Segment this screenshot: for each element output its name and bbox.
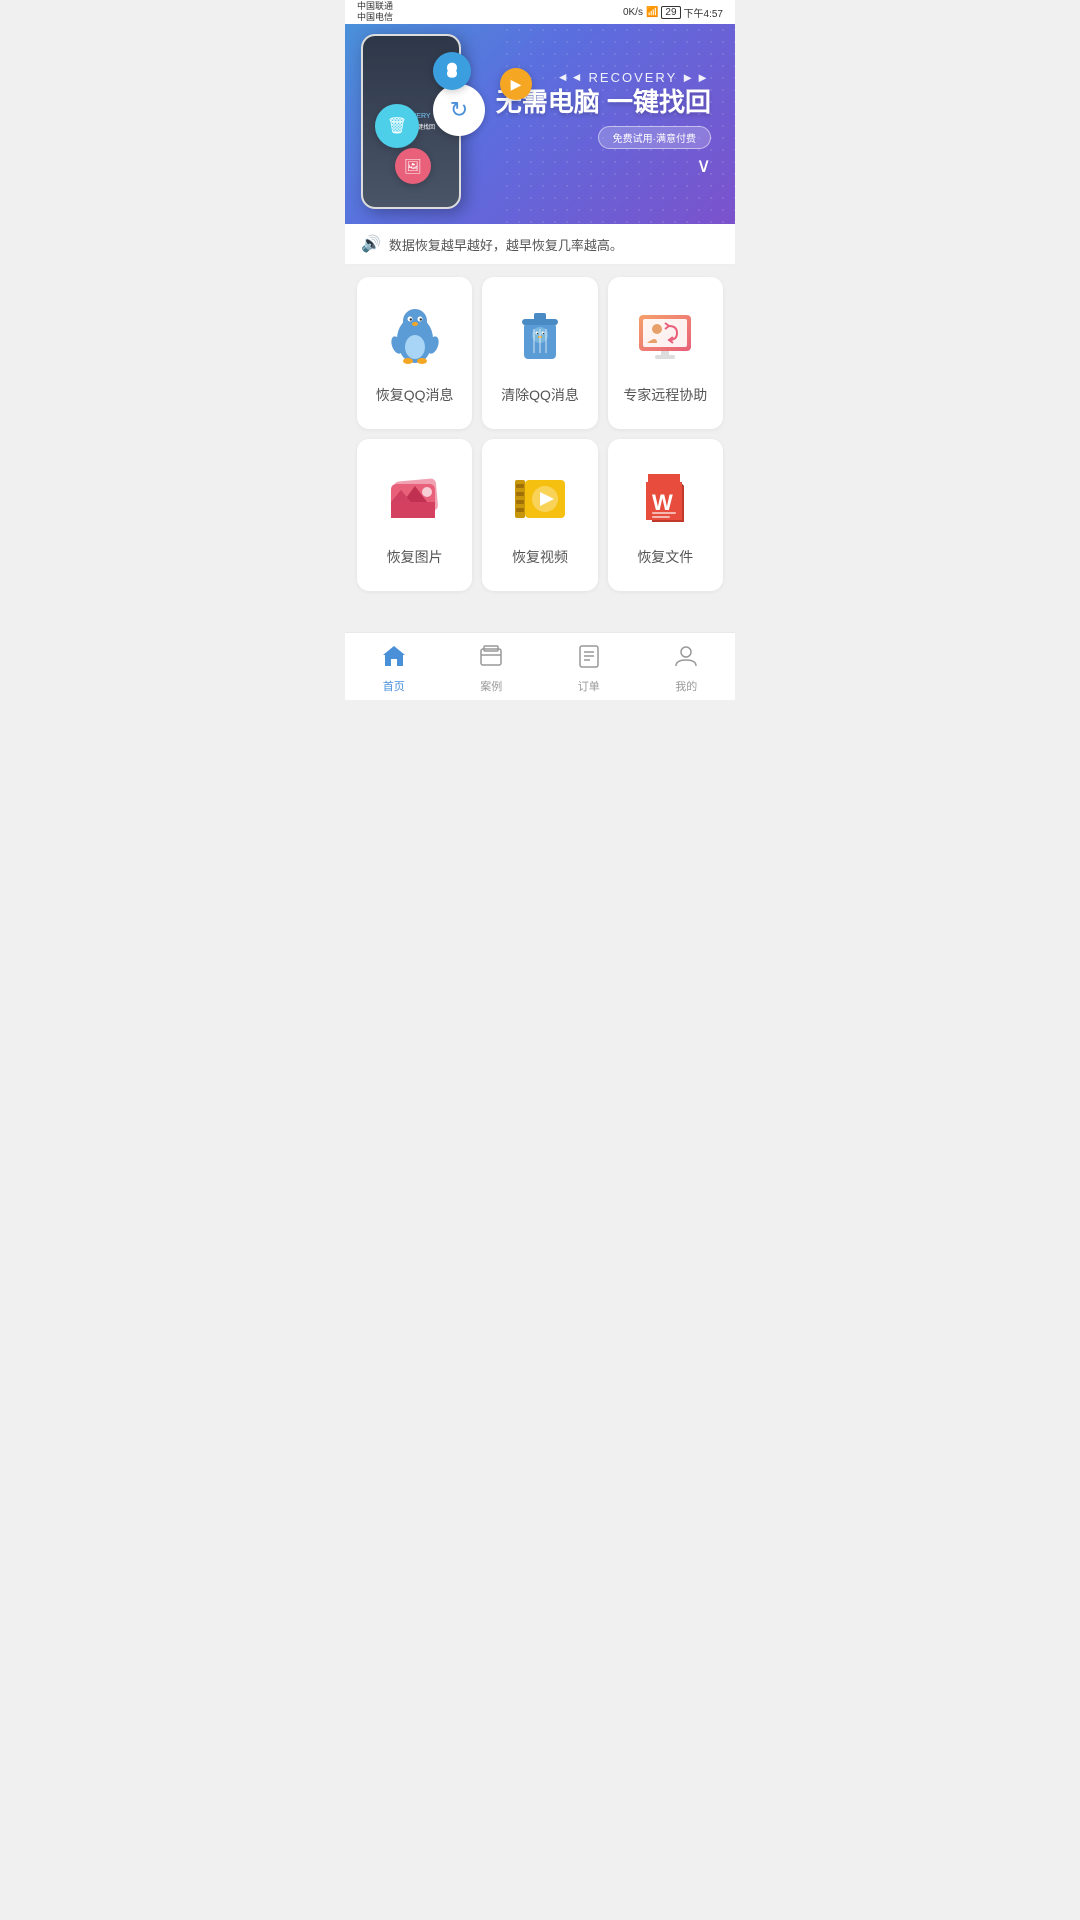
- tab-profile[interactable]: 我的: [638, 641, 736, 696]
- grid-cell-video[interactable]: 恢复视频: [482, 439, 597, 591]
- carrier-info: 中国联通 中国电信: [357, 1, 393, 23]
- video-recover-icon: [508, 467, 572, 531]
- grid-cell-file[interactable]: W 恢复文件: [608, 439, 723, 591]
- notice-icon: 🔊: [361, 234, 381, 254]
- remote-help-label: 专家远程协助: [623, 385, 707, 405]
- orders-icon: [576, 643, 602, 675]
- tab-bar: 首页 案例 订单 我的: [345, 632, 735, 700]
- grid-cell-photo[interactable]: 恢复图片: [357, 439, 472, 591]
- file-recover-icon: W: [633, 467, 697, 531]
- qq-clear-icon: [508, 305, 572, 369]
- photo-recover-icon: [383, 467, 447, 531]
- qq-recover-icon: [383, 305, 447, 369]
- qq-recover-label: 恢复QQ消息: [376, 385, 454, 405]
- tab-orders[interactable]: 订单: [540, 641, 638, 696]
- photo-recover-label: 恢复图片: [387, 547, 443, 567]
- qq-clear-label: 清除QQ消息: [501, 385, 579, 405]
- status-right: 0K/s 📶 29 下午4:57: [623, 5, 723, 20]
- battery-icon: 29: [661, 6, 680, 19]
- recovery-sub-text: 免费试用·满意付费: [598, 126, 711, 149]
- photo-float-icon: 🖼: [395, 148, 431, 184]
- recovery-label: RECOVERY: [589, 70, 678, 85]
- carrier2: 中国电信: [357, 12, 393, 23]
- refresh-float-icon: ↻: [433, 84, 485, 136]
- tab-orders-label: 订单: [578, 678, 600, 694]
- carrier1: 中国联通: [357, 1, 393, 12]
- home-icon: [381, 643, 407, 675]
- profile-icon: [673, 643, 699, 675]
- feature-grid: 恢复QQ消息: [345, 265, 735, 632]
- banner[interactable]: RECOVERY 无需电脑一键找回 ↻ ▶ 🗑 🖼 ◄◄ RECOVERY ►►…: [345, 24, 735, 224]
- grid-row-2: 恢复图片 恢复视频: [357, 439, 723, 591]
- status-bar: 中国联通 中国电信 0K/s 📶 29 下午4:57: [345, 0, 735, 24]
- tab-cases-label: 案例: [480, 678, 502, 694]
- video-recover-label: 恢复视频: [512, 547, 568, 567]
- notice-text: 数据恢复越早越好，越早恢复几率越高。: [389, 235, 623, 254]
- recovery-title: ◄◄ RECOVERY ►►: [496, 70, 711, 85]
- svg-text:W: W: [652, 490, 673, 515]
- time-display: 下午4:57: [684, 5, 723, 20]
- tab-profile-label: 我的: [675, 678, 697, 694]
- tab-home[interactable]: 首页: [345, 641, 443, 696]
- grid-row-1: 恢复QQ消息: [357, 277, 723, 429]
- cases-icon: [478, 643, 504, 675]
- grid-cell-qq-recover[interactable]: 恢复QQ消息: [357, 277, 472, 429]
- tab-home-label: 首页: [383, 678, 405, 694]
- notice-bar: 🔊 数据恢复越早越好，越早恢复几率越高。: [345, 224, 735, 265]
- tab-cases[interactable]: 案例: [443, 641, 541, 696]
- remote-help-icon: [633, 305, 697, 369]
- delete-float-icon: 🗑: [375, 104, 419, 148]
- qq-float-icon: [433, 52, 471, 90]
- file-recover-label: 恢复文件: [637, 547, 693, 567]
- grid-cell-qq-clear[interactable]: 清除QQ消息: [482, 277, 597, 429]
- grid-cell-remote[interactable]: 专家远程协助: [608, 277, 723, 429]
- recovery-chevron: ∨: [496, 153, 711, 178]
- signal-icon: 📶: [646, 7, 658, 18]
- network-speed: 0K/s: [623, 7, 643, 18]
